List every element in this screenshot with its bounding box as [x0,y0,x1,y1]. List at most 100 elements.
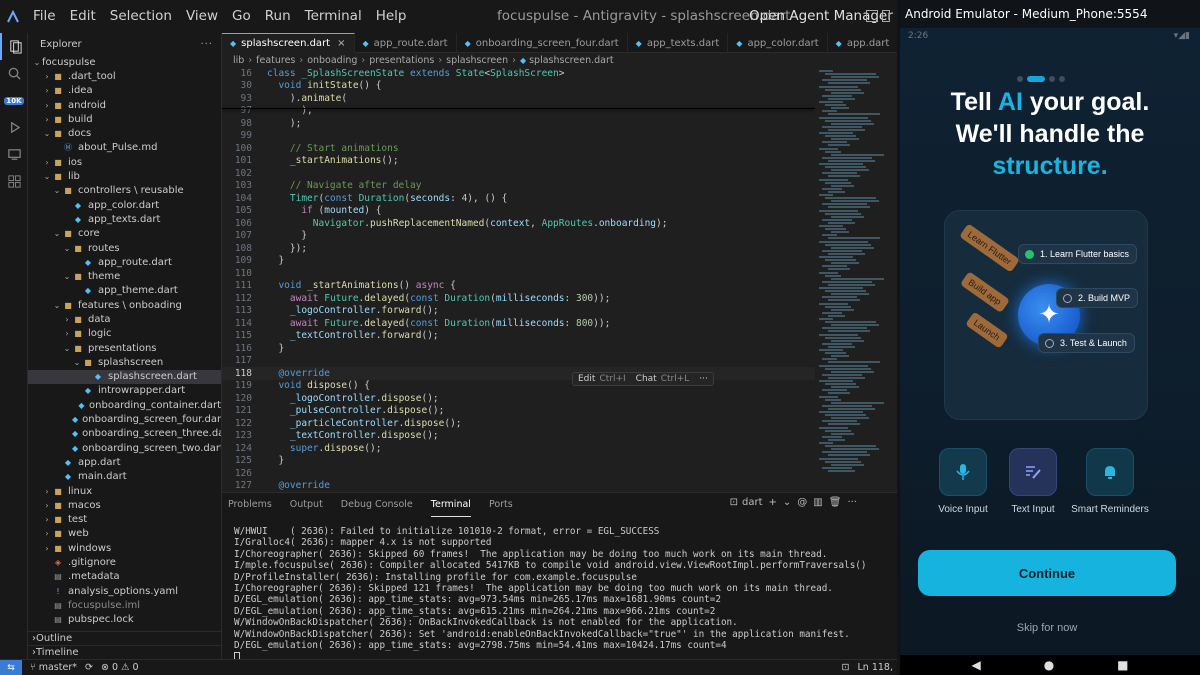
tab-onboarding-screen-four-dart[interactable]: ◆ onboarding_screen_four.dart [457,33,628,53]
tree-folder[interactable]: ⌄ ■ features \ onboading [28,298,221,312]
code-line[interactable]: 109 } [222,255,815,268]
tree-folder[interactable]: › ■ .dart_tool [28,69,221,83]
code-line[interactable]: 93 ).animate( [222,92,815,105]
code-line[interactable]: 101 _startAnimations(); [222,155,815,168]
code-line[interactable]: 106 Navigator.pushReplacementNamed(conte… [222,217,815,230]
tree-folder[interactable]: ⌄ ■ presentations [28,341,221,355]
explorer-more-icon[interactable]: ··· [200,39,213,50]
problems-count[interactable]: ⊗ 0 ⚠ 0 [101,662,139,673]
run-debug-icon[interactable] [0,114,28,141]
tree-folder[interactable]: ⌄ ■ routes [28,241,221,255]
tree-file[interactable]: ◆ main.dart [28,470,221,484]
window-restore-icon[interactable] [882,10,890,22]
layout-toggle-icon[interactable] [866,10,878,22]
tree-file[interactable]: ◆ introwrapper.dart [28,384,221,398]
menu-go[interactable]: Go [225,0,258,33]
menu-file[interactable]: File [26,0,63,33]
code-line[interactable]: 124 super.dispose(); [222,442,815,455]
minimap[interactable] [815,67,897,492]
panel-tab-terminal[interactable]: Terminal [430,493,471,517]
code-line[interactable]: 115 _textController.forward(); [222,330,815,343]
tree-file[interactable]: ◆ splashscreen.dart [28,369,221,384]
tree-file[interactable]: ◆ app_texts.dart [28,212,221,226]
recents-icon[interactable]: ■ [1117,658,1128,672]
code-line[interactable]: 125 } [222,455,815,468]
breadcrumb-item[interactable]: features [256,55,295,66]
code-line[interactable]: 127 @override [222,480,815,493]
inline-chat-button[interactable]: Chat [636,374,657,384]
tree-folder[interactable]: › ■ android [28,98,221,112]
tab-app-dart[interactable]: ◆ app.dart [828,33,899,53]
tree-file[interactable]: ◈ .gitignore [28,555,221,569]
sync-icon[interactable]: ⟳ [85,662,93,673]
feature-smart-reminders[interactable]: Smart Reminders [1065,448,1155,515]
tree-folder[interactable]: › ■ linux [28,484,221,498]
code-line[interactable]: 126 [222,467,815,480]
code-line[interactable]: 116 } [222,342,815,355]
menu-terminal[interactable]: Terminal [298,0,369,33]
code-line[interactable]: 97 ), [222,105,815,118]
panel-tab-output[interactable]: Output [290,493,323,517]
code-line[interactable]: 16 class _SplashScreenState extends State… [222,67,815,80]
code-line[interactable]: 103 // Navigate after delay [222,180,815,193]
tree-folder[interactable]: › ■ macos [28,498,221,512]
back-icon[interactable]: ◀ [971,658,980,672]
code-line[interactable]: 98 ); [222,117,815,130]
tree-folder[interactable]: › ■ test [28,513,221,527]
code-line[interactable]: 121 _pulseController.dispose(); [222,405,815,418]
tree-folder[interactable]: ⌄ ■ theme [28,269,221,283]
remote-explorer-icon[interactable] [0,141,28,168]
code-line[interactable]: 105 if (mounted) { [222,205,815,218]
panel-tab-debug-console[interactable]: Debug Console [341,493,413,517]
tree-folder[interactable]: ⌄ ■ core [28,227,221,241]
new-terminal-icon[interactable]: + [769,497,777,508]
close-icon[interactable]: × [337,38,345,49]
tree-file[interactable]: ◆ app_theme.dart [28,284,221,298]
code-line[interactable]: 114 await Future.delayed(const Duration(… [222,317,815,330]
terminal-output[interactable]: W/HWUI ( 2636): Failed to initialize 101… [234,526,894,663]
tree-file[interactable]: ◆ onboarding_container.dart [28,398,221,412]
tree-folder[interactable]: › ■ windows [28,541,221,555]
code-line[interactable]: 104 Timer(const Duration(seconds: 4), ()… [222,192,815,205]
tab-app-texts-dart[interactable]: ◆ app_texts.dart [628,33,729,53]
tree-file[interactable]: Ⓜabout_Pulse.md [28,141,221,155]
continue-button[interactable]: Continue [918,550,1176,596]
code-line[interactable]: 110 [222,267,815,280]
code-line[interactable]: 100 // Start animations [222,142,815,155]
search-icon[interactable] [0,60,28,87]
tree-folder[interactable]: › ■ .idea [28,84,221,98]
panel-tab-ports[interactable]: Ports [489,493,513,517]
tree-folder[interactable]: › ■ data [28,312,221,326]
menu-selection[interactable]: Selection [103,0,179,33]
extensions-icon[interactable] [0,168,28,195]
inline-more-icon[interactable]: ··· [699,374,708,384]
split-terminal-icon[interactable]: ▥ [813,497,822,508]
tree-folder[interactable]: › ■ build [28,112,221,126]
tab-app-color-dart[interactable]: ◆ app_color.dart [728,33,828,53]
tab-app-route-dart[interactable]: ◆ app_route.dart [355,33,457,53]
breadcrumb-item[interactable]: splashscreen.dart [529,55,614,66]
tree-file[interactable]: ◆ app_route.dart [28,255,221,269]
tree-file[interactable]: ▤ focuspulse.iml [28,598,221,612]
menu-edit[interactable]: Edit [63,0,103,33]
remote-indicator-icon[interactable]: ⇆ [0,659,22,675]
git-branch[interactable]: ⑂ master* [30,662,77,673]
outline-section[interactable]: › Outline [28,631,221,645]
breadcrumb-item[interactable]: onboading [307,55,357,66]
explorer-icon[interactable] [0,33,28,60]
breadcrumb-item[interactable]: presentations [369,55,434,66]
code-line[interactable]: 30 void initState() { [222,80,815,93]
code-editor[interactable]: 127 @override 126 125 } 124 super.dispose()… [222,67,815,492]
skip-button[interactable]: Skip for now [900,622,1194,634]
code-line[interactable]: 102 [222,167,815,180]
code-line[interactable]: 123 _textController.dispose(); [222,430,815,443]
tree-file[interactable]: ◆ app_color.dart [28,198,221,212]
tree-root[interactable]: ⌄ focuspulse [28,55,221,69]
code-line[interactable]: 108 }); [222,242,815,255]
code-line[interactable]: 120 _logoController.dispose(); [222,392,815,405]
tree-file[interactable]: ▤ .metadata [28,570,221,584]
code-line[interactable]: 111 void _startAnimations() async { [222,280,815,293]
home-icon[interactable]: ● [1044,658,1054,672]
code-line[interactable]: 107 } [222,230,815,243]
panel-tab-problems[interactable]: Problems [228,493,272,517]
